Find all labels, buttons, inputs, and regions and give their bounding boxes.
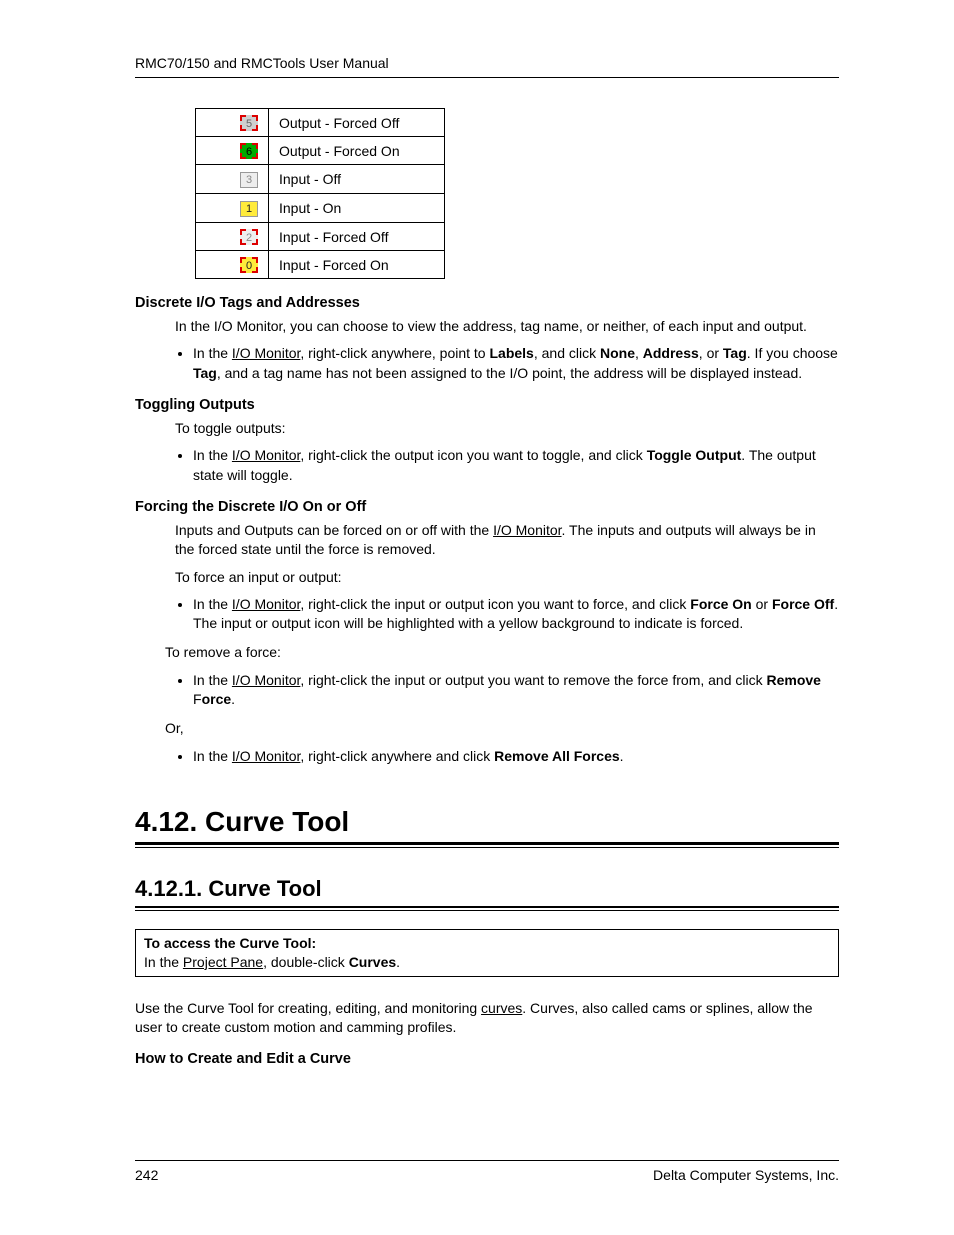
link-io-monitor[interactable]: I/O Monitor bbox=[232, 345, 300, 361]
io-label: Output - Forced Off bbox=[269, 109, 445, 137]
list-item: In the I/O Monitor, right-click the outp… bbox=[193, 446, 839, 485]
link-curves[interactable]: curves bbox=[481, 1000, 522, 1016]
heading-curve-tool-sub: 4.12.1. Curve Tool bbox=[135, 876, 839, 902]
paragraph: To remove a force: bbox=[165, 643, 839, 662]
h2-rule bbox=[135, 906, 839, 911]
link-project-pane[interactable]: Project Pane bbox=[183, 954, 263, 970]
table-row: 0 Input - Forced On bbox=[196, 251, 445, 279]
io-icon-in-forced-on: 0 bbox=[240, 257, 258, 273]
bullet-list: In the I/O Monitor, right-click the inpu… bbox=[171, 671, 839, 710]
page-number: 242 bbox=[135, 1167, 158, 1183]
heading-discrete-tags: Discrete I/O Tags and Addresses bbox=[135, 295, 839, 311]
access-box: To access the Curve Tool: In the Project… bbox=[135, 929, 839, 977]
io-icon-in-off: 3 bbox=[240, 172, 258, 188]
table-row: 3 Input - Off bbox=[196, 165, 445, 194]
heading-forcing-io: Forcing the Discrete I/O On or Off bbox=[135, 499, 839, 515]
heading-howto-curve: How to Create and Edit a Curve bbox=[135, 1051, 839, 1067]
footer-company: Delta Computer Systems, Inc. bbox=[653, 1167, 839, 1183]
table-row: 2 Input - Forced Off bbox=[196, 223, 445, 251]
link-io-monitor[interactable]: I/O Monitor bbox=[232, 596, 300, 612]
table-row: 5 Output - Forced Off bbox=[196, 109, 445, 137]
io-label: Input - Forced On bbox=[269, 251, 445, 279]
bullet-list: In the I/O Monitor, right-click anywhere… bbox=[171, 344, 839, 383]
paragraph: Inputs and Outputs can be forced on or o… bbox=[175, 521, 839, 560]
table-row: 1 Input - On bbox=[196, 194, 445, 223]
paragraph: To toggle outputs: bbox=[175, 419, 839, 438]
h1-rule bbox=[135, 842, 839, 848]
list-item: In the I/O Monitor, right-click anywhere… bbox=[193, 344, 839, 383]
link-io-monitor[interactable]: I/O Monitor bbox=[232, 672, 300, 688]
bullet-list: In the I/O Monitor, right-click the outp… bbox=[171, 446, 839, 485]
io-icon-out-forced-on: 6 bbox=[240, 143, 258, 159]
io-status-table: 5 Output - Forced Off 6 Output - Forced … bbox=[195, 108, 445, 279]
link-io-monitor[interactable]: I/O Monitor bbox=[232, 748, 300, 764]
link-io-monitor[interactable]: I/O Monitor bbox=[493, 522, 561, 538]
list-item: In the I/O Monitor, right-click the inpu… bbox=[193, 671, 839, 710]
paragraph: In the I/O Monitor, you can choose to vi… bbox=[175, 317, 839, 336]
io-label: Output - Forced On bbox=[269, 137, 445, 165]
page-footer: 242 Delta Computer Systems, Inc. bbox=[135, 1160, 839, 1183]
io-label: Input - On bbox=[269, 194, 445, 223]
list-item: In the I/O Monitor, right-click anywhere… bbox=[193, 747, 839, 766]
paragraph: Use the Curve Tool for creating, editing… bbox=[135, 999, 839, 1038]
io-icon-out-forced-off: 5 bbox=[240, 115, 258, 131]
heading-toggling-outputs: Toggling Outputs bbox=[135, 397, 839, 413]
io-label: Input - Forced Off bbox=[269, 223, 445, 251]
bullet-list: In the I/O Monitor, right-click the inpu… bbox=[171, 595, 839, 634]
footer-rule bbox=[135, 1160, 839, 1161]
heading-curve-tool: 4.12. Curve Tool bbox=[135, 806, 839, 838]
header-rule bbox=[135, 77, 839, 78]
io-label: Input - Off bbox=[269, 165, 445, 194]
access-title: To access the Curve Tool: bbox=[144, 935, 316, 951]
paragraph: To force an input or output: bbox=[175, 568, 839, 587]
list-item: In the I/O Monitor, right-click the inpu… bbox=[193, 595, 839, 634]
page-header: RMC70/150 and RMCTools User Manual bbox=[135, 55, 839, 71]
link-io-monitor[interactable]: I/O Monitor bbox=[232, 447, 300, 463]
table-row: 6 Output - Forced On bbox=[196, 137, 445, 165]
io-icon-in-on: 1 bbox=[240, 201, 258, 217]
bullet-list: In the I/O Monitor, right-click anywhere… bbox=[171, 747, 839, 766]
paragraph: Or, bbox=[165, 719, 839, 738]
io-icon-in-forced-off: 2 bbox=[240, 229, 258, 245]
